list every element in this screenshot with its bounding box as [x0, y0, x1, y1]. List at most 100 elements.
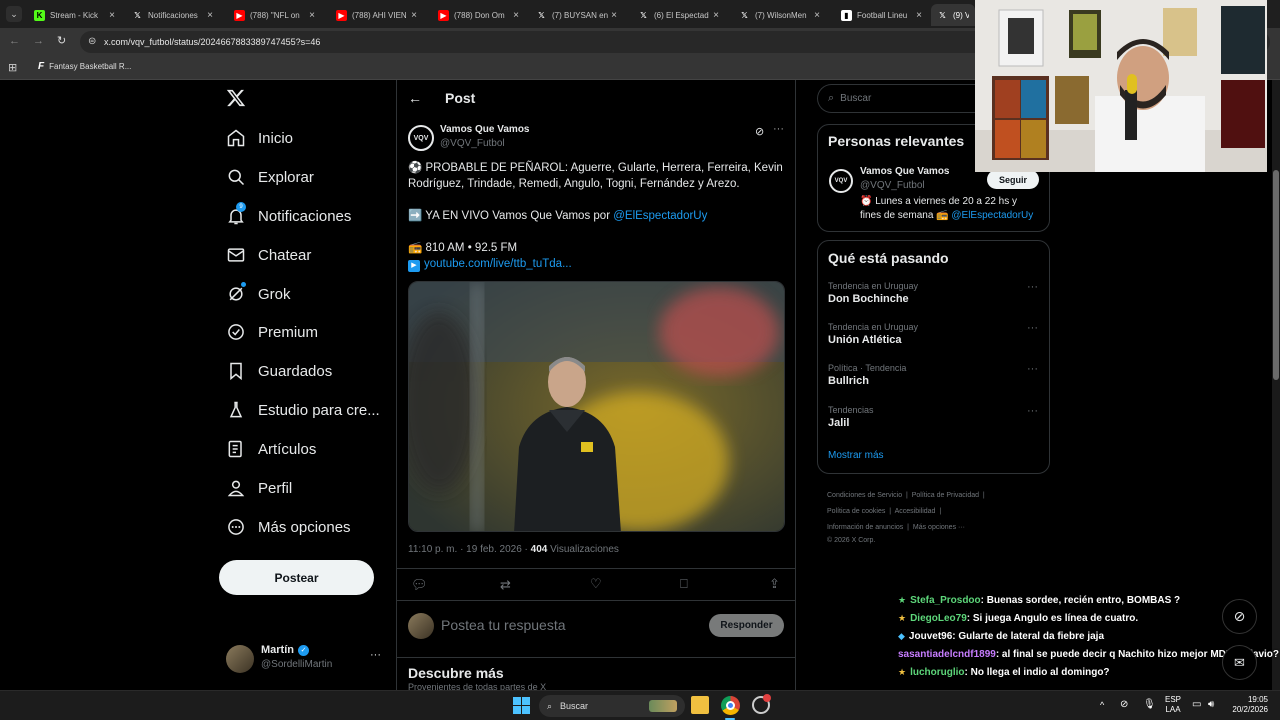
tab-list-button[interactable]: ⌄ — [6, 6, 22, 22]
nav-item-chatear[interactable]: Chatear — [226, 240, 311, 270]
account-switcher[interactable]: Martín ✓ @SordelliMartin ··· — [226, 643, 386, 677]
language-indicator[interactable]: ESP LAA — [1165, 695, 1181, 715]
close-tab-icon[interactable]: × — [608, 10, 620, 21]
trend-more-icon[interactable]: ··· — [1027, 281, 1038, 293]
forward-icon[interactable]: → — [33, 35, 44, 47]
post-more-icon[interactable]: ··· — [773, 123, 784, 135]
live-mention-link[interactable]: @ElEspectadorUy — [613, 210, 707, 222]
x-logo-icon[interactable] — [226, 88, 246, 108]
reply-icon[interactable]: 💬︎ — [411, 577, 428, 593]
taskbar-search[interactable]: ⌕ Buscar — [539, 695, 685, 717]
nav-item-artículos[interactable]: Artículos — [226, 434, 316, 464]
nav-item-inicio[interactable]: Inicio — [226, 123, 293, 153]
relevant-handle[interactable]: @VQV_Futbol — [860, 180, 925, 191]
browser-tab[interactable]: K Stream - Kick × — [28, 4, 124, 26]
browser-tab[interactable]: 𝕏 (6) El Espectad × — [632, 4, 728, 26]
back-arrow-icon[interactable]: ← — [408, 90, 422, 106]
relevant-name[interactable]: Vamos Que Vamos — [860, 166, 950, 177]
like-icon[interactable]: ♡ — [590, 576, 602, 592]
relevant-bio-mention[interactable]: @ElEspectadorUy — [951, 210, 1033, 221]
post-timestamp[interactable]: 11:10 p. m. · 19 feb. 2026 · — [408, 544, 531, 555]
grok-post-icon[interactable]: ⊘ — [755, 125, 764, 138]
trend-item[interactable]: Tendencia en Uruguay Unión Atlética ··· — [828, 322, 1038, 346]
grok-float-button[interactable]: ⊘ — [1222, 599, 1257, 634]
trend-item[interactable]: Tendencia en Uruguay Don Bochinche ··· — [828, 281, 1038, 305]
chat-username[interactable]: Stefa_Prosdoo — [910, 595, 981, 606]
close-tab-icon[interactable]: × — [811, 10, 823, 21]
clock[interactable]: 19:05 20/2/2026 — [1226, 695, 1268, 715]
chrome-icon[interactable] — [721, 696, 740, 715]
browser-tab[interactable]: 𝕏 Notificaciones × — [126, 4, 222, 26]
browser-tab[interactable]: ▮ Football Lineu × — [835, 4, 931, 26]
follow-button[interactable]: Seguir — [987, 170, 1039, 189]
back-icon[interactable]: ← — [9, 35, 20, 47]
footer-cookies[interactable]: Política de cookies — [827, 508, 885, 515]
mic-icon[interactable]: 🎙︎ — [1143, 699, 1156, 710]
messages-float-button[interactable]: ✉ — [1222, 645, 1257, 680]
browser-tab[interactable]: 𝕏 (7) WilsonMen × — [733, 4, 829, 26]
browser-tab[interactable]: ▶ (788) Don Om × — [432, 4, 528, 26]
chat-username[interactable]: sasantiadelcndf1899 — [898, 649, 996, 660]
browser-tab[interactable]: ▶ (788) "NFL on × — [228, 4, 324, 26]
trend-more-icon[interactable]: ··· — [1027, 363, 1038, 375]
chat-username[interactable]: DiegoLeo79 — [910, 613, 967, 624]
nav-item-notificaciones[interactable]: 9 Notificaciones — [226, 201, 351, 231]
author-handle[interactable]: @VQV_Futbol — [440, 138, 505, 149]
reply-button[interactable]: Responder — [709, 614, 784, 637]
share-icon[interactable]: ⇪ — [769, 576, 780, 592]
bookmark-post-icon[interactable]: ⎕ — [680, 576, 688, 592]
footer-more[interactable]: Más opciones ··· — [913, 524, 965, 531]
nav-item-perfil[interactable]: Perfil — [226, 473, 292, 503]
trend-more-icon[interactable]: ··· — [1027, 322, 1038, 334]
trend-more-icon[interactable]: ··· — [1027, 405, 1038, 417]
show-more-link[interactable]: Mostrar más — [828, 450, 884, 461]
app-icon[interactable] — [752, 694, 771, 714]
relevant-avatar[interactable]: VQV — [829, 169, 853, 193]
nav-item-premium[interactable]: Premium — [226, 317, 318, 347]
author-name[interactable]: Vamos Que Vamos — [440, 124, 530, 135]
apps-grid-icon[interactable]: ⊞ — [8, 61, 17, 74]
windows-start-icon[interactable] — [513, 697, 530, 714]
reload-icon[interactable]: ↻ — [57, 34, 66, 47]
reply-input[interactable]: Postea tu respuesta — [441, 617, 701, 633]
close-tab-icon[interactable]: × — [204, 10, 216, 21]
tray-overflow-icon[interactable]: ^ — [1100, 700, 1104, 710]
close-tab-icon[interactable]: × — [510, 10, 522, 21]
nav-item-más-opciones[interactable]: Más opciones — [226, 512, 351, 542]
trend-item[interactable]: Tendencias Jalil ··· — [828, 405, 1038, 429]
site-info-icon[interactable]: ⊜ — [88, 36, 96, 47]
display-icon[interactable]: ▭ — [1192, 699, 1201, 710]
close-tab-icon[interactable]: × — [408, 10, 420, 21]
browser-tab[interactable]: 𝕏 (7) BUYSAN en × — [530, 4, 626, 26]
footer-privacy[interactable]: Política de Privacidad — [912, 492, 979, 499]
chat-username[interactable]: Jouvet96 — [909, 631, 952, 642]
nav-item-estudio-para-cre[interactable]: Estudio para cre... — [226, 395, 380, 425]
file-explorer-icon[interactable] — [691, 696, 709, 714]
network-off-icon[interactable]: ⊘ — [1120, 699, 1128, 710]
youtube-link[interactable]: youtube.com/live/ttb_tuTda... — [424, 258, 572, 270]
footer-accessibility[interactable]: Accesibilidad — [895, 508, 936, 515]
repost-icon[interactable]: ⇄ — [500, 577, 511, 593]
scrollbar-thumb[interactable] — [1273, 170, 1279, 380]
close-tab-icon[interactable]: × — [913, 10, 925, 21]
close-tab-icon[interactable]: × — [710, 10, 722, 21]
trend-item[interactable]: Política · Tendencia Bullrich ··· — [828, 363, 1038, 387]
nav-item-explorar[interactable]: Explorar — [226, 162, 314, 192]
nav-item-grok[interactable]: Grok — [226, 279, 291, 309]
bookmark-fantasy-basketball[interactable]: F Fantasy Basketball R... — [38, 61, 131, 72]
post-button[interactable]: Postear — [219, 560, 374, 595]
page-scrollbar[interactable] — [1272, 80, 1280, 690]
chat-username[interactable]: luchoruglio — [910, 667, 964, 678]
account-more-icon[interactable]: ··· — [370, 649, 381, 661]
browser-tab[interactable]: 𝕏 (9) Va — [931, 4, 975, 26]
close-tab-icon[interactable]: × — [306, 10, 318, 21]
browser-tab[interactable]: ▶ (788) AHI VIEN × — [330, 4, 426, 26]
search-field[interactable]: ⌕ Buscar — [817, 84, 977, 113]
nav-item-guardados[interactable]: Guardados — [226, 356, 332, 386]
volume-icon[interactable]: 🔊︎ — [1208, 699, 1214, 710]
close-tab-icon[interactable]: × — [106, 10, 118, 21]
footer-ads[interactable]: Información de anuncios — [827, 524, 903, 531]
author-avatar[interactable]: VQV — [408, 125, 434, 151]
footer-terms[interactable]: Condiciones de Servicio — [827, 492, 902, 499]
post-image[interactable] — [408, 281, 785, 532]
